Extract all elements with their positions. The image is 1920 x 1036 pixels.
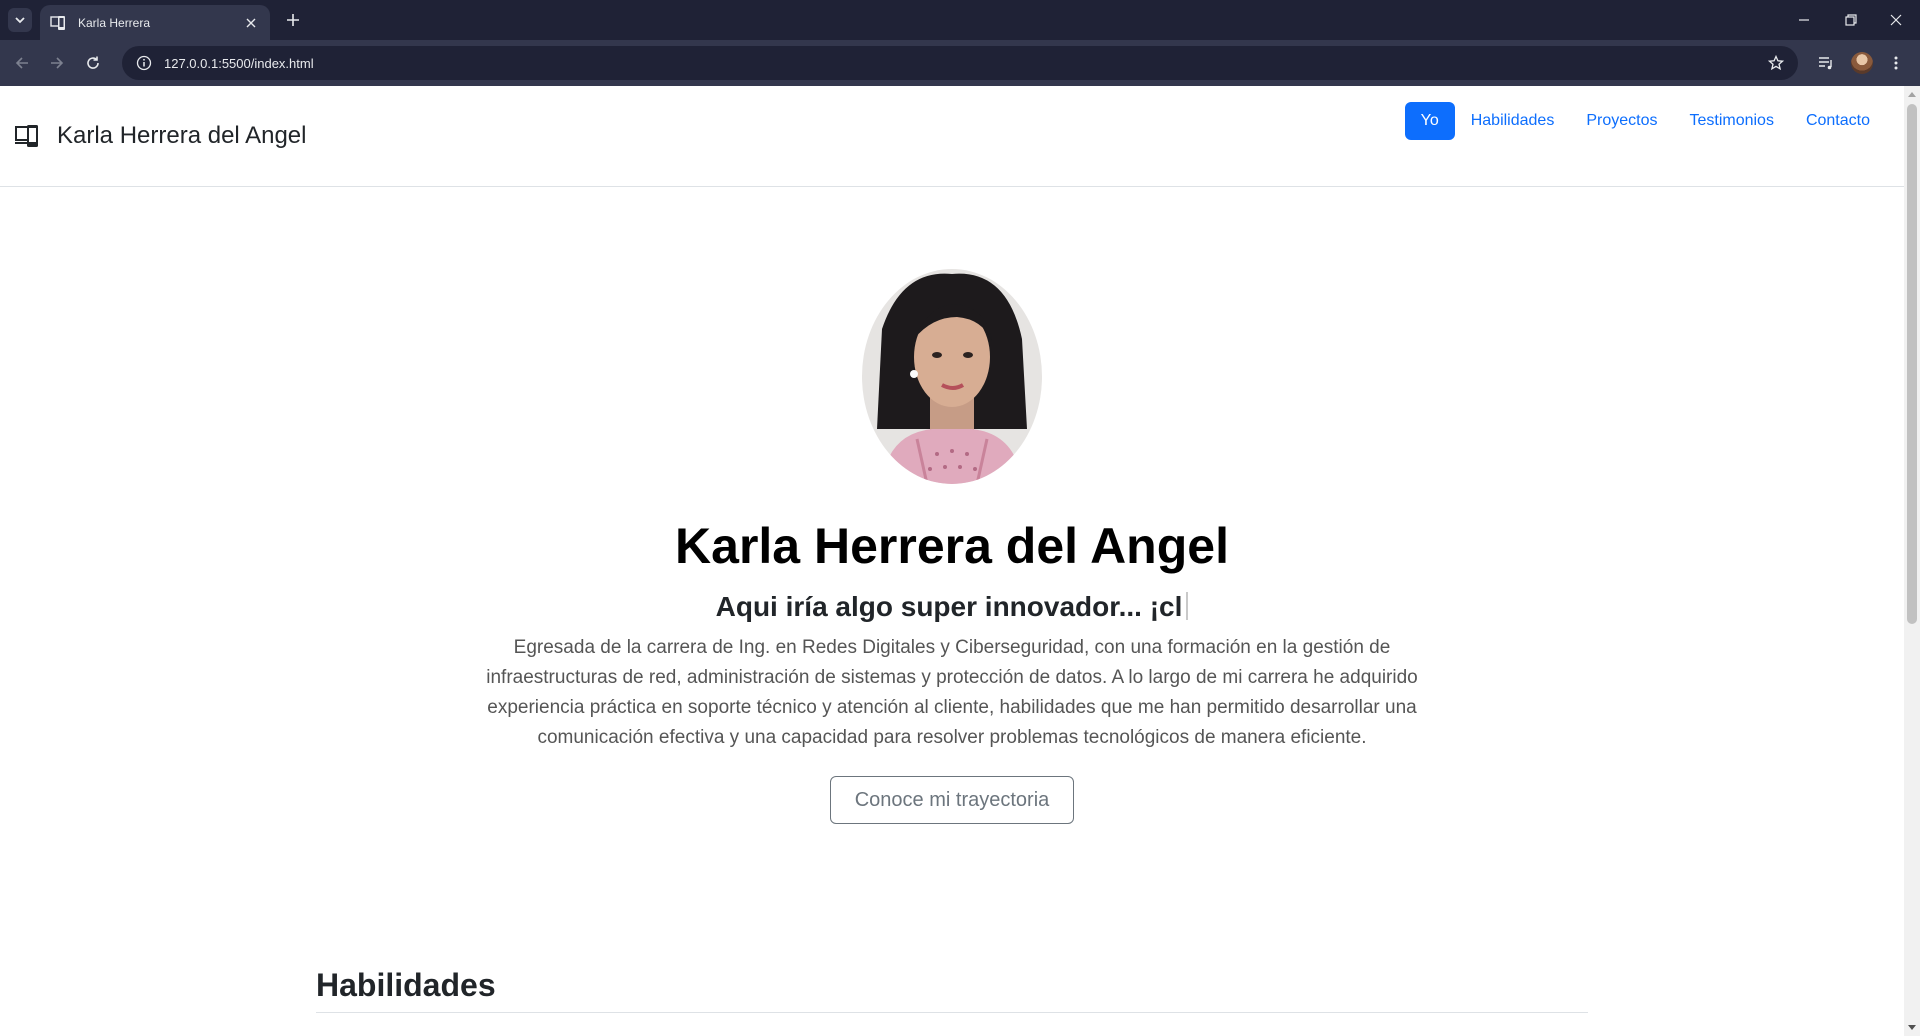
hero-description: Egresada de la carrera de Ing. en Redes … (486, 637, 1418, 748)
minimize-button[interactable] (1792, 8, 1816, 32)
forward-button[interactable] (45, 51, 69, 75)
minimize-icon (1799, 19, 1809, 21)
close-tab-icon[interactable] (242, 14, 260, 32)
browser-tab[interactable]: Karla Herrera (40, 5, 270, 40)
close-window-button[interactable] (1884, 8, 1908, 32)
trajectory-button[interactable]: Conoce mi trayectoria (830, 776, 1074, 824)
arrow-right-icon (51, 57, 64, 69)
reload-icon (87, 56, 99, 69)
reload-button[interactable] (81, 51, 105, 75)
brand[interactable]: Karla Herrera del Angel (15, 122, 306, 150)
url-text[interactable]: 127.0.0.1:5500/index.html (164, 56, 1766, 71)
back-button[interactable] (10, 51, 34, 75)
tab-search-button[interactable] (8, 8, 32, 32)
profile-photo (862, 269, 1042, 484)
tab-strip: Karla Herrera (0, 0, 1920, 40)
media-control-button[interactable] (1814, 51, 1838, 75)
plus-icon (287, 14, 299, 26)
nav-link-proyectos[interactable]: Proyectos (1570, 102, 1673, 140)
page-scrollbar[interactable] (1904, 86, 1920, 1036)
hero-tagline: Aqui iría algo super innovador... ¡cl (0, 591, 1904, 623)
skills-section-title: Habilidades (316, 967, 1588, 1013)
restore-icon (1845, 14, 1857, 26)
nav-link-testimonios[interactable]: Testimonios (1673, 102, 1789, 140)
info-icon[interactable] (134, 53, 154, 73)
scroll-up-icon[interactable] (1904, 86, 1920, 102)
close-icon (1890, 14, 1902, 26)
restore-button[interactable] (1839, 8, 1863, 32)
profile-button[interactable] (1850, 51, 1874, 75)
main-nav: Yo Habilidades Proyectos Testimonios Con… (1404, 102, 1886, 140)
browser-menu-button[interactable] (1884, 51, 1908, 75)
browser-toolbar: 127.0.0.1:5500/index.html (0, 40, 1920, 86)
nav-link-habilidades[interactable]: Habilidades (1455, 102, 1571, 140)
queue-music-icon (1819, 57, 1832, 70)
new-tab-button[interactable] (281, 8, 305, 32)
avatar (1851, 52, 1873, 74)
scroll-down-icon[interactable] (1904, 1020, 1920, 1036)
hero-name: Karla Herrera del Angel (675, 518, 1229, 574)
nav-link-yo[interactable]: Yo (1404, 102, 1455, 140)
tab-title: Karla Herrera (78, 15, 151, 30)
more-vertical-icon (1894, 56, 1898, 70)
typing-caret (1186, 592, 1189, 620)
scroll-thumb[interactable] (1907, 104, 1917, 624)
star-icon[interactable] (1766, 53, 1786, 73)
page-viewport: Karla Herrera del Angel Yo Habilidades P… (0, 86, 1920, 1036)
chevron-down-icon (15, 17, 25, 24)
brand-name: Karla Herrera del Angel (57, 122, 307, 149)
phone-laptop-icon (15, 123, 41, 149)
address-bar[interactable]: 127.0.0.1:5500/index.html (122, 46, 1798, 80)
tagline-text: Aqui iría algo super innovador... ¡cl (715, 591, 1183, 622)
browser-chrome: Karla Herrera 127.0.0.1:5500/index.html (0, 0, 1920, 86)
nav-link-contacto[interactable]: Contacto (1790, 102, 1886, 140)
site-navbar: Karla Herrera del Angel Yo Habilidades P… (0, 86, 1904, 187)
phone-laptop-icon (50, 15, 68, 31)
arrow-left-icon (15, 57, 28, 69)
